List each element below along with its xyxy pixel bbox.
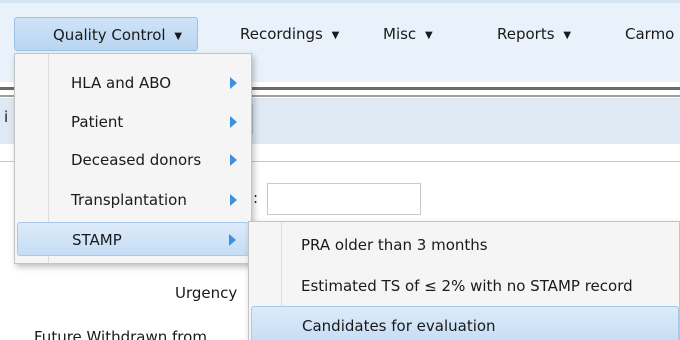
menu-item-pra-older-than-3-months[interactable]: PRA older than 3 months bbox=[251, 226, 679, 264]
menu-item-deceased-donors[interactable]: Deceased donors bbox=[17, 143, 249, 177]
search-field[interactable] bbox=[267, 183, 421, 215]
menu-item-patient[interactable]: Patient bbox=[17, 105, 249, 139]
menu-item-stamp[interactable]: STAMP bbox=[17, 222, 249, 256]
menu-label: Quality Control bbox=[53, 26, 166, 44]
menu-item-label: Deceased donors bbox=[71, 151, 202, 169]
toolbar-separator bbox=[252, 104, 253, 134]
menu-recordings[interactable]: Recordings ▼ bbox=[240, 17, 339, 51]
menu-item-label: Patient bbox=[71, 113, 124, 131]
withdrawn-label: Future Withdrawn from bbox=[34, 328, 207, 340]
menu-item-hla-and-abo[interactable]: HLA and ABO bbox=[17, 66, 249, 100]
stamp-submenu: PRA older than 3 months Estimated TS of … bbox=[248, 221, 680, 340]
submenu-arrow-icon bbox=[230, 194, 237, 206]
menu-item-label: Estimated TS of ≤ 2% with no STAMP recor… bbox=[301, 277, 633, 295]
menu-carmo[interactable]: Carmo bbox=[625, 17, 674, 51]
menu-misc[interactable]: Misc ▼ bbox=[383, 17, 433, 51]
menu-item-transplantation[interactable]: Transplantation bbox=[17, 183, 249, 217]
menu-label: Carmo bbox=[625, 25, 675, 43]
menu-item-label: PRA older than 3 months bbox=[301, 236, 488, 254]
menu-item-label: HLA and ABO bbox=[71, 74, 172, 92]
submenu-arrow-icon bbox=[229, 234, 236, 246]
submenu-arrow-icon bbox=[230, 116, 237, 128]
menu-item-label: Transplantation bbox=[71, 191, 187, 209]
quality-control-dropdown: HLA and ABO Patient Deceased donors Tran… bbox=[14, 53, 252, 264]
menu-item-label: STAMP bbox=[72, 231, 122, 249]
urgency-label: Urgency bbox=[175, 284, 238, 302]
menu-quality-control[interactable]: Quality Control ▼ bbox=[14, 17, 198, 51]
caret-down-icon: ▼ bbox=[563, 30, 572, 41]
menu-label: Reports bbox=[497, 25, 555, 43]
page-fragment-left: i bbox=[4, 108, 9, 126]
menu-reports[interactable]: Reports ▼ bbox=[497, 17, 571, 51]
menu-item-label: Candidates for evaluation bbox=[302, 317, 496, 335]
submenu-arrow-icon bbox=[230, 154, 237, 166]
menu-label: Recordings bbox=[240, 25, 323, 43]
menu-label: Misc bbox=[383, 25, 417, 43]
field-colon: : bbox=[253, 189, 259, 207]
caret-down-icon: ▼ bbox=[331, 30, 340, 41]
menu-item-estimated-ts-no-stamp-record[interactable]: Estimated TS of ≤ 2% with no STAMP recor… bbox=[251, 267, 679, 305]
caret-down-icon: ▼ bbox=[174, 31, 183, 42]
caret-down-icon: ▼ bbox=[424, 30, 433, 41]
submenu-arrow-icon bbox=[230, 77, 237, 89]
menu-item-candidates-for-evaluation[interactable]: Candidates for evaluation bbox=[251, 306, 679, 340]
menu-bar-top-border bbox=[0, 0, 680, 3]
